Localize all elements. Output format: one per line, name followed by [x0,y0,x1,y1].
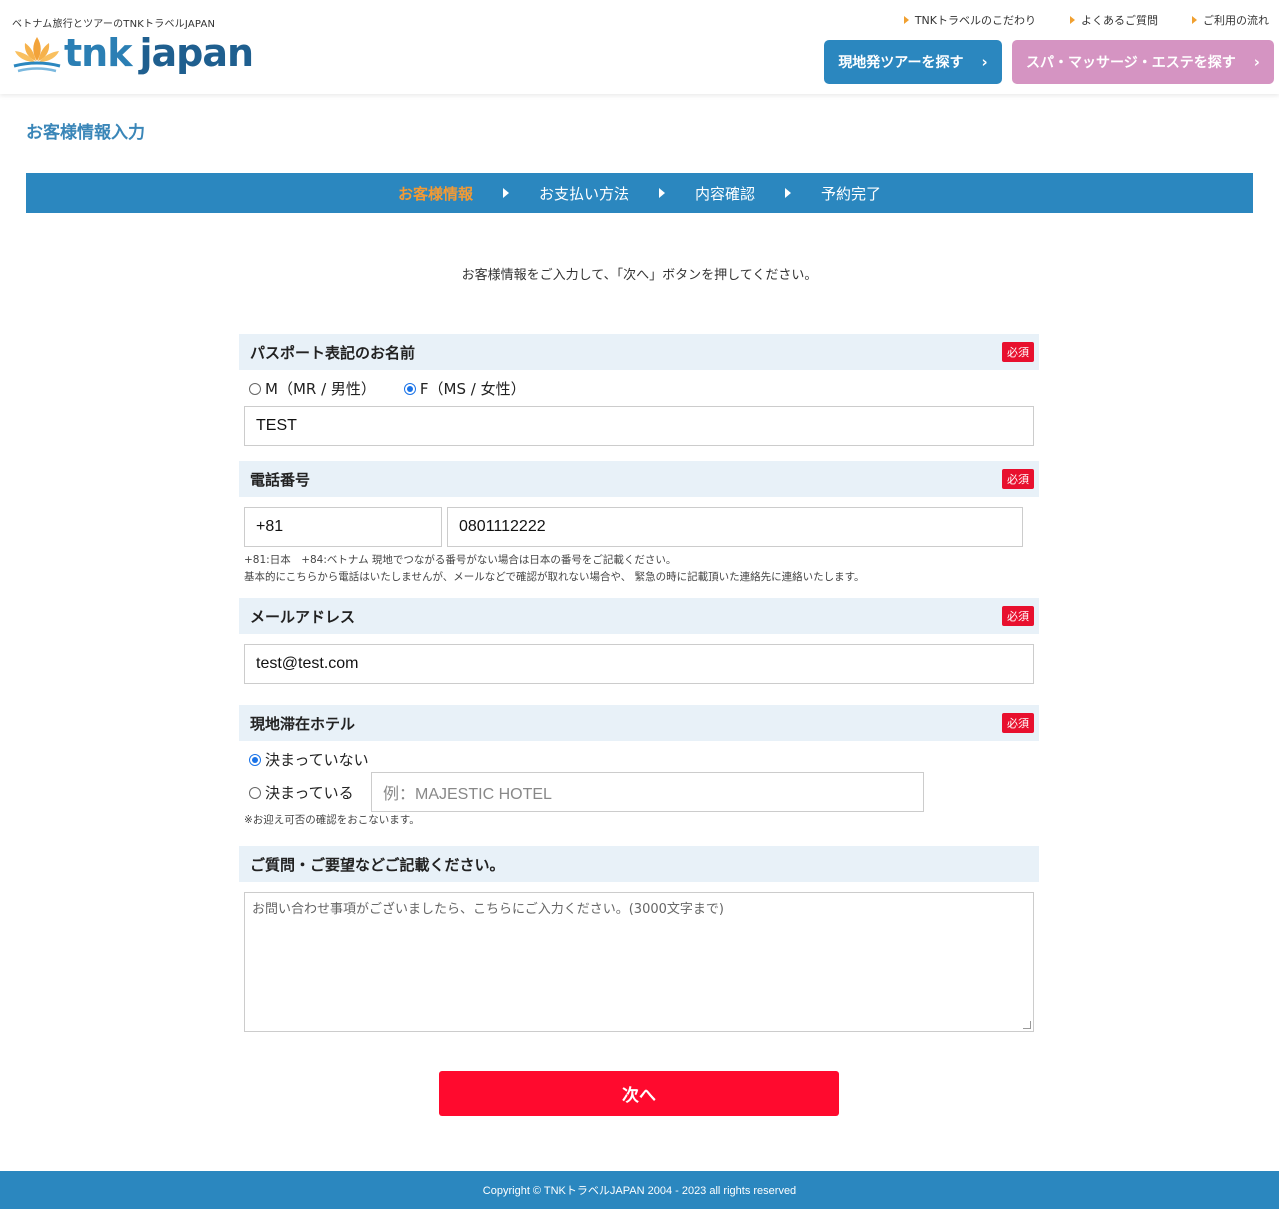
name-input[interactable]: TEST [244,406,1034,446]
gender-radio-group: M（MR / 男性） F（MS / 女性） [249,378,526,399]
hotel-undecided-option[interactable]: 決まっていない [249,749,369,770]
find-tour-label: 現地発ツアーを探す [838,55,964,71]
step-payment: お支払い方法 [538,184,629,203]
step-customer-info: お客様情報 [397,184,473,203]
hotel-decided-label: 決まっている [265,784,354,802]
phone-note-line1: +81:日本 +84:ベトナム 現地でつながる番号がない場合は日本の番号をご記載… [244,554,677,566]
resize-handle-icon[interactable] [1023,1021,1031,1029]
logo-tnk: tnk [64,31,132,75]
gender-m-radio[interactable] [249,382,261,395]
phone-label: 電話番号 [250,470,311,489]
chevron-right-icon: › [981,53,988,71]
questions-placeholder: お問い合わせ事項がございましたら、こちらにご入力ください。(3000文字まで) [252,902,724,917]
nav-link-flow[interactable]: ご利用の流れ [1192,12,1269,28]
name-label: パスポート表記のお名前 [250,343,416,362]
chevron-right-icon: › [1253,53,1260,71]
gender-f-radio[interactable] [403,382,416,395]
hotel-note: ※お迎え可否の確認をおこないます。 [244,814,420,826]
triangle-right-icon [1070,16,1075,24]
triangle-right-icon [1192,16,1197,24]
top-nav: TNKトラベルのこだわり よくあるご質問 ご利用の流れ [903,12,1269,28]
country-code-input[interactable]: +81 [244,507,442,547]
find-spa-label: スパ・マッサージ・エステを探す [1026,55,1236,71]
nav-link-label: よくあるご質問 [1081,14,1158,27]
hotel-label: 現地滞在ホテル [250,714,356,733]
phone-note-line2: 基本的にこちらから電話はいたしませんが、メールなどで確認が取れない場合や、 緊急… [244,571,865,583]
triangle-right-icon [903,16,909,24]
questions-textarea[interactable]: お問い合わせ事項がございましたら、こちらにご入力ください。(3000文字まで) [244,892,1034,1032]
intro-text: お客様情報をご入力して、「次へ」ボタンを押してください。 [461,268,818,283]
step-confirm: 内容確認 [695,184,756,203]
hotel-name-input[interactable]: 例：MAJESTIC HOTEL [371,772,924,812]
phone-section-header: 電話番号 必須 [239,461,1039,497]
hotel-section-header: 現地滞在ホテル 必須 [239,705,1039,741]
find-spa-button[interactable]: スパ・マッサージ・エステを探す › [1012,40,1274,84]
lotus-icon [13,37,61,73]
step-complete: 予約完了 [821,184,882,203]
arrow-right-icon [502,188,509,198]
nav-link-faq[interactable]: よくあるご質問 [1070,12,1158,28]
copyright-text: Copyright © TNKトラベルJAPAN 2004 - 2023 all… [482,1185,797,1197]
hotel-undecided-label: 決まっていない [265,751,369,769]
name-section-header: パスポート表記のお名前 必須 [239,334,1039,370]
hotel-decided-radio[interactable] [249,786,261,799]
nav-link-kodawari[interactable]: TNKトラベルのこだわり [903,12,1036,28]
site-footer: Copyright © TNKトラベルJAPAN 2004 - 2023 all… [0,1171,1279,1209]
email-label: メールアドレス [250,607,356,626]
find-tour-button[interactable]: 現地発ツアーを探す › [824,40,1002,84]
site-header: ベトナム旅行とツアーのTNKトラベルJAPAN tnk japan TNKトラベ… [0,0,1279,94]
phone-note: +81:日本 +84:ベトナム 現地でつながる番号がない場合は日本の番号をご記載… [244,552,865,586]
nav-link-label: ご利用の流れ [1203,14,1269,27]
email-input[interactable]: test@test.com [244,644,1034,684]
phone-number-input[interactable]: 0801112222 [447,507,1023,547]
gender-m-option[interactable]: M（MR / 男性） [249,378,376,399]
arrow-right-icon [785,188,792,198]
site-tagline: ベトナム旅行とツアーのTNKトラベルJAPAN [12,19,216,30]
email-section-header: メールアドレス 必須 [239,598,1039,634]
page-title: お客様情報入力 [26,123,145,143]
required-badge: 必須 [1002,713,1034,733]
questions-section-header: ご質問・ご要望などご記載ください。 [239,846,1039,882]
questions-label: ご質問・ご要望などご記載ください。 [250,855,505,874]
gender-f-option[interactable]: F（MS / 女性） [403,378,526,399]
gender-f-label: F（MS / 女性） [419,380,526,398]
hotel-decided-option[interactable]: 決まっている [249,782,354,803]
logo-japan: japan [139,31,255,75]
next-button[interactable]: 次へ [439,1071,839,1116]
step-progress-bar: お客様情報 お支払い方法 内容確認 予約完了 [26,173,1253,213]
nav-link-label: TNKトラベルのこだわり [914,14,1036,27]
gender-m-label: M（MR / 男性） [265,380,376,398]
hotel-undecided-radio[interactable] [249,753,261,766]
arrow-right-icon [659,188,665,198]
required-badge: 必須 [1002,469,1034,489]
required-badge: 必須 [1002,606,1034,626]
site-logo[interactable]: tnk japan [12,30,255,76]
required-badge: 必須 [1002,342,1034,362]
